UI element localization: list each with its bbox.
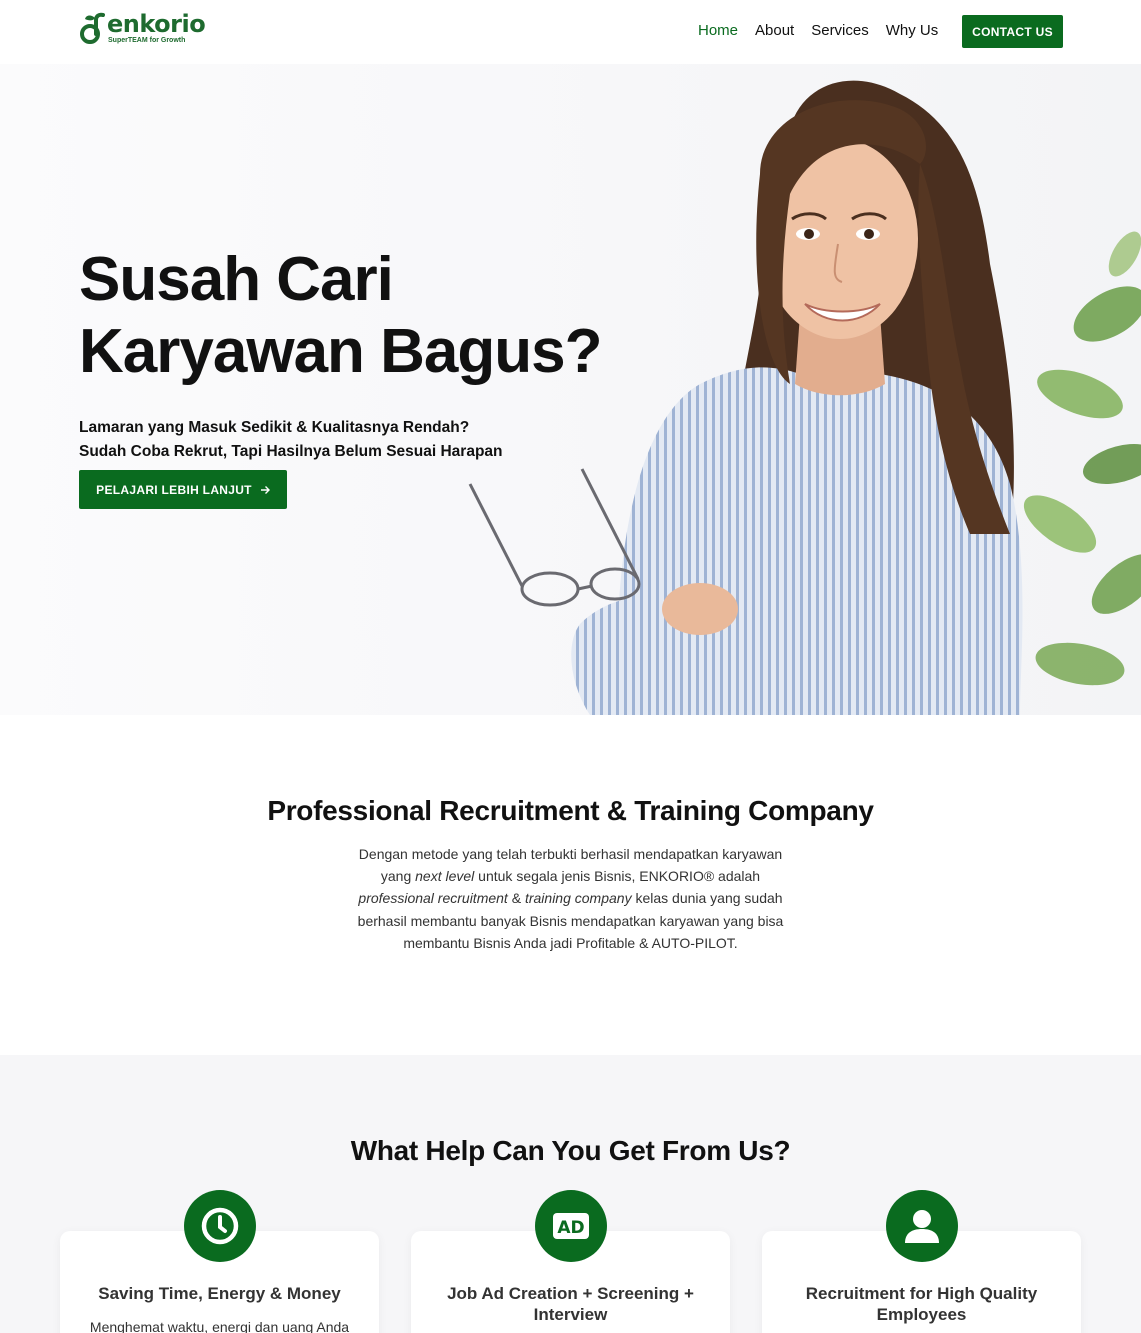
services-heading: What Help Can You Get From Us? (350, 1135, 791, 1166)
arrow-right-icon (260, 485, 270, 494)
user-icon (886, 1190, 958, 1262)
top-navigation: enkorio SuperTEAM for Growth Home About … (0, 0, 1141, 64)
hero-woman-photo (468, 80, 1141, 715)
nav-link-services[interactable]: Services (811, 22, 869, 39)
brand-tagline: SuperTEAM for Growth (108, 37, 186, 44)
learn-more-label: PELAJARI LEBIH LANJUT (96, 482, 252, 497)
services-section: What Help Can You Get From Us? Saving Ti… (0, 1055, 1141, 1333)
hero-section: Susah Cari Karyawan Bagus? Lamaran yang … (0, 64, 1141, 715)
hero-headline-line2: Karyawan Bagus? (79, 317, 603, 386)
nav-link-why-us[interactable]: Why Us (886, 22, 939, 39)
svg-text:AD: AD (557, 1218, 584, 1238)
learn-more-button[interactable]: PELAJARI LEBIH LANJUT (79, 470, 287, 509)
eyeglasses (468, 468, 641, 607)
hero-headline: Susah Cari Karyawan Bagus? (79, 244, 639, 388)
service-card-title: Saving Time, Energy & Money (98, 1284, 341, 1303)
clock-icon (184, 1190, 256, 1262)
hero-headline-line1: Susah Cari (79, 245, 394, 314)
nav-link-home[interactable]: Home (698, 22, 738, 39)
nav-link-about[interactable]: About (755, 22, 794, 39)
hero-subheadline-line1: Lamaran yang Masuk Sedikit & Kualitasnya… (79, 419, 470, 436)
hero-subheadline-line2: Sudah Coba Rekrut, Tapi Hasilnya Belum S… (79, 443, 503, 460)
plant-leaves (1023, 231, 1141, 686)
logo-mark-icon (80, 12, 105, 44)
about-section: Professional Recruitment & Training Comp… (0, 715, 1141, 1055)
service-card-desc: Menghemat waktu, energi dan uang Anda (89, 1319, 350, 1333)
about-heading: Professional Recruitment & Training Comp… (267, 795, 874, 826)
service-card-title: Recruitment for High Quality Employees (805, 1284, 1038, 1324)
brand-logo[interactable]: enkorio SuperTEAM for Growth (79, 10, 206, 48)
hero-subheadline: Lamaran yang Masuk Sedikit & Kualitasnya… (79, 416, 599, 464)
ad-icon: AD (535, 1190, 607, 1262)
about-description: Dengan metode yang telah terbukti berhas… (357, 846, 784, 951)
service-card-title: Job Ad Creation + Screening + Interview (447, 1284, 694, 1324)
contact-us-button[interactable]: CONTACT US (962, 15, 1063, 48)
brand-name: enkorio (107, 10, 206, 38)
main-menu: Home About Services Why Us (698, 22, 938, 39)
